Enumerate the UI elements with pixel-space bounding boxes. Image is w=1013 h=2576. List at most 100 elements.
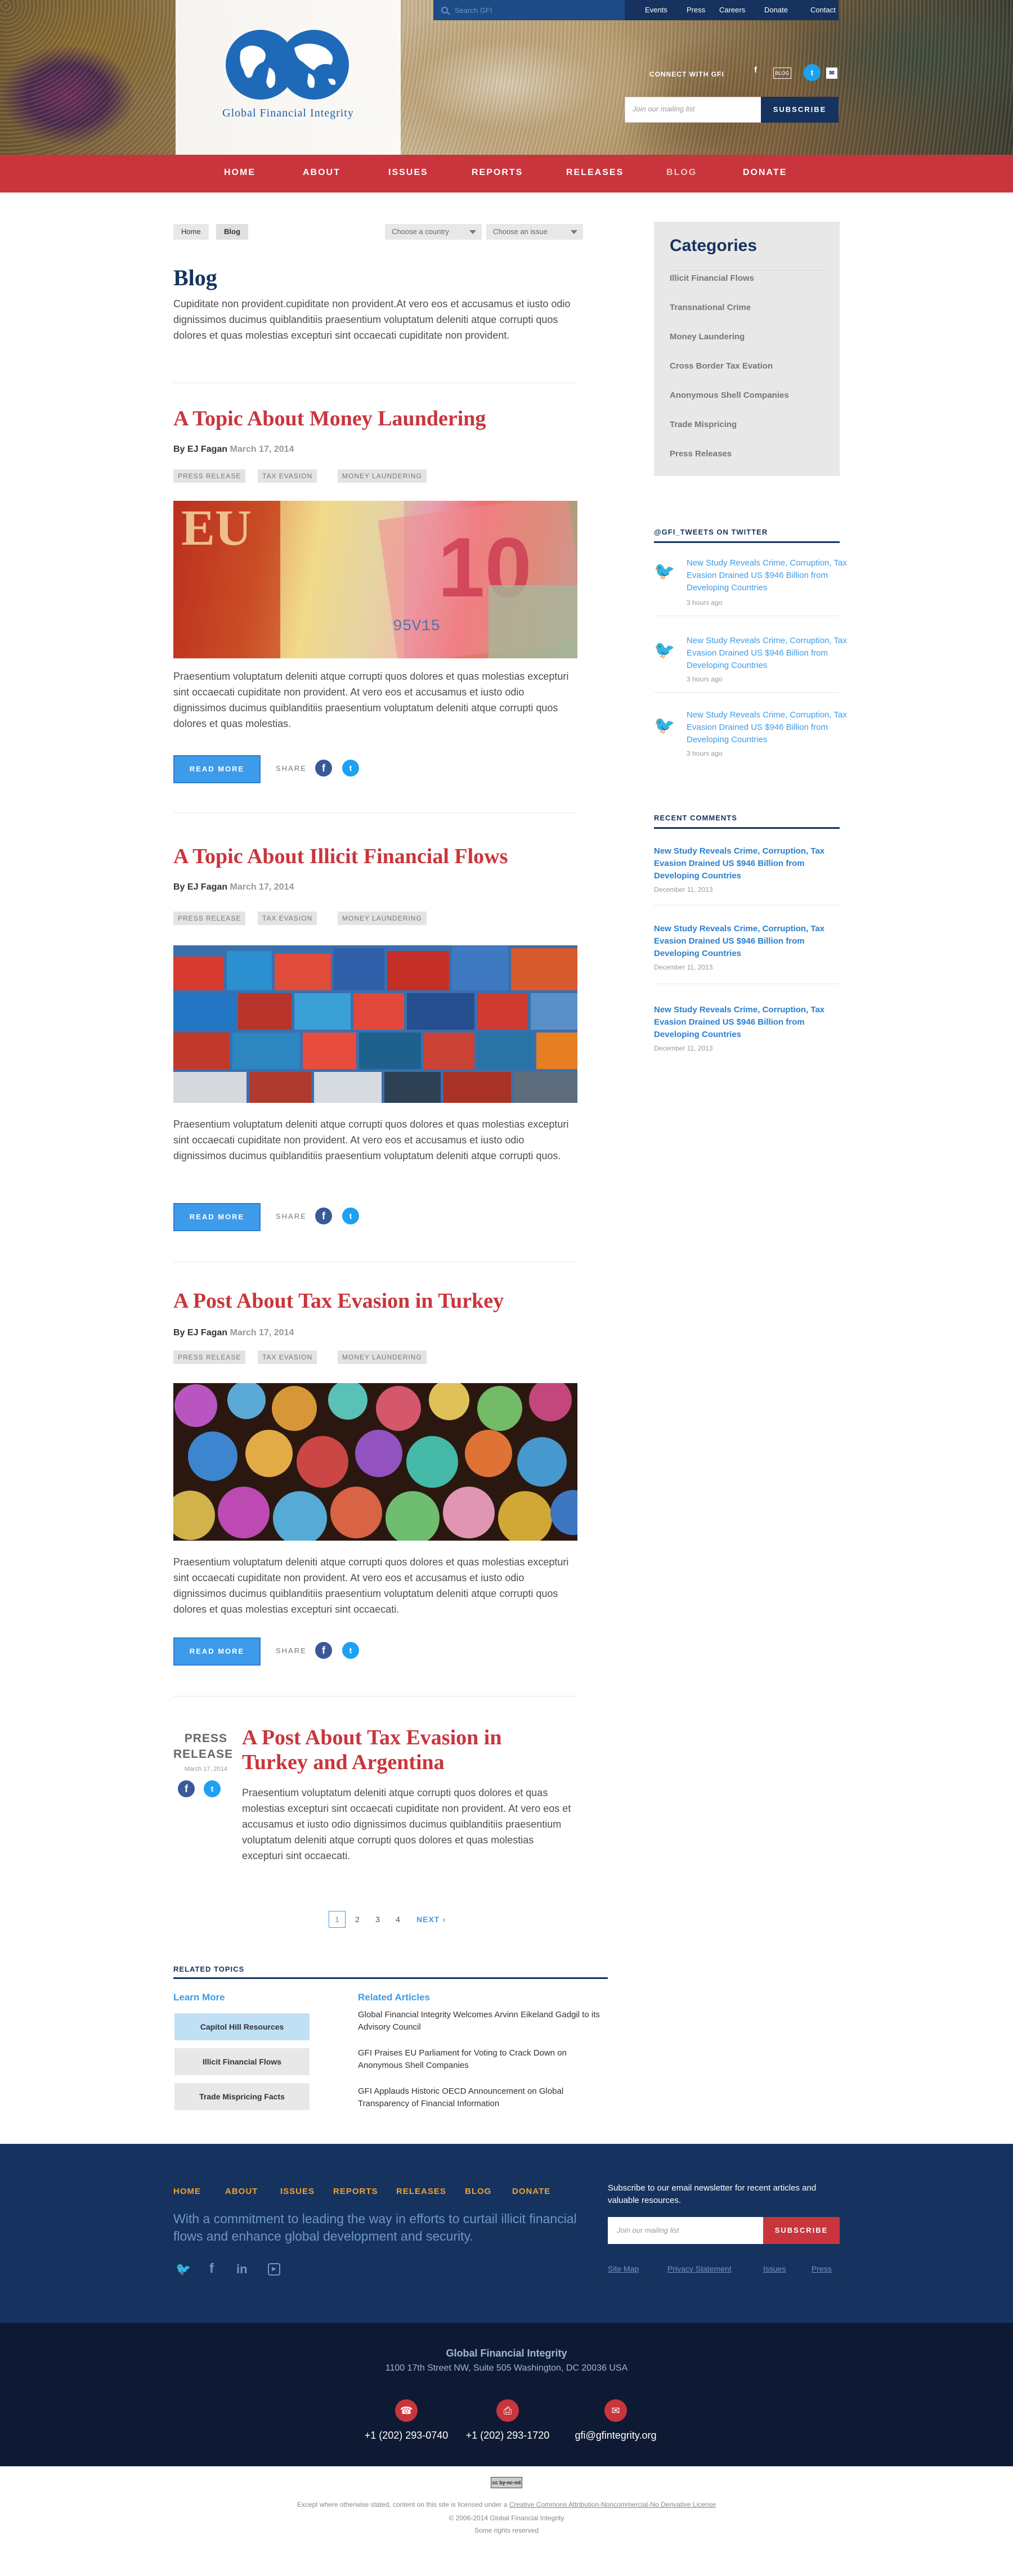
- footer-link-privacy[interactable]: Privacy Statement: [667, 2264, 732, 2273]
- fax-icon: ⎙: [496, 2399, 519, 2422]
- divider: [654, 692, 840, 693]
- twitter-share-icon[interactable]: t: [342, 1208, 359, 1224]
- comment-link[interactable]: New Study Reveals Crime, Corruption, Tax…: [654, 1004, 840, 1041]
- post-author: By EJ Fagan: [173, 882, 228, 892]
- post-image-containers[interactable]: [173, 945, 577, 1103]
- header-subscribe-button[interactable]: SUBSCRIBE: [761, 97, 839, 123]
- facebook-icon[interactable]: f: [754, 65, 757, 75]
- footer-subscribe-button[interactable]: SUBSCRIBE: [763, 2217, 840, 2244]
- twitter-share-icon[interactable]: t: [204, 1780, 221, 1797]
- tag-money-laundering[interactable]: MONEY LAUNDERING: [338, 1350, 427, 1364]
- page-4[interactable]: 4: [389, 1911, 406, 1928]
- twitter-icon[interactable]: t: [804, 64, 821, 81]
- tag-money-laundering[interactable]: MONEY LAUNDERING: [338, 912, 427, 925]
- post-title[interactable]: A Post About Tax Evasion in Turkey: [173, 1289, 504, 1313]
- tag-tax-evasion[interactable]: TAX EVASION: [258, 912, 317, 925]
- footer-nav-about[interactable]: ABOUT: [225, 2187, 258, 2196]
- tweets-heading: @GFI_TWEETS ON TWITTER: [654, 528, 768, 536]
- facebook-share-icon[interactable]: f: [178, 1780, 195, 1797]
- tag-press-release[interactable]: PRESS RELEASE: [173, 469, 246, 483]
- twitter-share-icon[interactable]: t: [342, 1642, 359, 1659]
- footer-phone[interactable]: +1 (202) 293-0740: [357, 2430, 456, 2442]
- twitter-share-icon[interactable]: t: [342, 760, 359, 777]
- page-3[interactable]: 3: [369, 1911, 386, 1928]
- nav-home[interactable]: HOME: [224, 168, 256, 178]
- license-link[interactable]: Creative Commons Attribution-Noncommerci…: [509, 2501, 716, 2508]
- related-article-link[interactable]: GFI Praises EU Parliament for Voting to …: [358, 2047, 606, 2072]
- email-icon: ✉: [604, 2399, 627, 2422]
- read-more-button[interactable]: READ MORE: [173, 1637, 261, 1666]
- top-link-press[interactable]: Press: [687, 6, 705, 14]
- linkedin-icon[interactable]: in: [236, 2262, 248, 2277]
- footer-email[interactable]: gfi@gfintegrity.org: [559, 2430, 672, 2442]
- category-trade-mispricing[interactable]: Trade Mispricing: [670, 420, 737, 429]
- tag-tax-evasion[interactable]: TAX EVASION: [258, 1350, 317, 1364]
- facebook-share-icon[interactable]: f: [315, 760, 332, 777]
- facebook-share-icon[interactable]: f: [315, 1208, 332, 1224]
- page-1[interactable]: 1: [329, 1911, 346, 1928]
- read-more-button[interactable]: READ MORE: [173, 755, 261, 783]
- related-article-link[interactable]: GFI Applauds Historic OECD Announcement …: [358, 2085, 606, 2110]
- post-title[interactable]: A Topic About Money Laundering: [173, 406, 486, 431]
- illicit-flows-button[interactable]: Illicit Financial Flows: [174, 2048, 310, 2075]
- creative-commons-badge[interactable]: cc by-nc-nd: [491, 2477, 522, 2488]
- category-cross-border-tax[interactable]: Cross Border Tax Evation: [670, 361, 773, 371]
- category-money-laundering[interactable]: Money Laundering: [670, 332, 745, 342]
- footer-nav-donate[interactable]: DONATE: [512, 2187, 550, 2196]
- youtube-icon[interactable]: ▶: [268, 2263, 280, 2276]
- facebook-share-icon[interactable]: f: [315, 1642, 332, 1659]
- nav-reports[interactable]: REPORTS: [472, 168, 523, 178]
- blog-icon[interactable]: BLOG: [773, 68, 791, 79]
- email-icon[interactable]: ✉: [826, 68, 837, 79]
- post-title[interactable]: A Topic About Illicit Financial Flows: [173, 844, 508, 869]
- nav-donate[interactable]: DONATE: [743, 168, 787, 178]
- page-2[interactable]: 2: [349, 1911, 366, 1928]
- read-more-button[interactable]: READ MORE: [173, 1203, 261, 1231]
- comment-link[interactable]: New Study Reveals Crime, Corruption, Tax…: [654, 923, 840, 960]
- top-link-careers[interactable]: Careers: [719, 6, 745, 14]
- turkish-lamps-image: [173, 1383, 577, 1541]
- footer-fax[interactable]: +1 (202) 293-1720: [458, 2430, 557, 2442]
- press-post-title[interactable]: A Post About Tax Evasion in Turkey and Ar…: [242, 1725, 501, 1775]
- comment-link[interactable]: New Study Reveals Crime, Corruption, Tax…: [654, 845, 840, 882]
- tag-money-laundering[interactable]: MONEY LAUNDERING: [338, 469, 427, 483]
- tweet-text[interactable]: New Study Reveals Crime, Corruption, Tax…: [687, 635, 850, 672]
- nav-issues[interactable]: ISSUES: [388, 168, 428, 178]
- footer-nav-reports[interactable]: REPORTS: [333, 2187, 378, 2196]
- tag-tax-evasion[interactable]: TAX EVASION: [258, 469, 317, 483]
- tweet-text[interactable]: New Study Reveals Crime, Corruption, Tax…: [687, 557, 850, 594]
- footer-nav-releases[interactable]: RELEASES: [396, 2187, 446, 2196]
- post-image-money[interactable]: EU 10 95V15: [173, 501, 577, 658]
- footer-nav-issues[interactable]: ISSUES: [280, 2187, 315, 2196]
- nav-releases[interactable]: RELEASES: [566, 168, 624, 178]
- country-select[interactable]: Choose a country: [385, 224, 482, 240]
- footer-link-sitemap[interactable]: Site Map: [608, 2264, 639, 2273]
- tag-press-release[interactable]: PRESS RELEASE: [173, 912, 246, 925]
- post-image-lamps[interactable]: [173, 1383, 577, 1541]
- top-link-donate[interactable]: Donate: [764, 6, 788, 14]
- capitol-hill-button[interactable]: Capitol Hill Resources: [174, 2013, 310, 2040]
- search-input[interactable]: Search GFI: [433, 0, 625, 20]
- learn-more-heading: Learn More: [173, 1992, 225, 2003]
- category-transnational-crime[interactable]: Transnational Crime: [670, 303, 751, 312]
- category-shell-companies[interactable]: Anonymous Shell Companies: [670, 391, 789, 400]
- tweet-text[interactable]: New Study Reveals Crime, Corruption, Tax…: [687, 709, 850, 746]
- nav-about[interactable]: ABOUT: [303, 168, 340, 178]
- twitter-icon[interactable]: 🐦: [176, 2262, 191, 2277]
- footer-link-issues[interactable]: Issues: [763, 2264, 786, 2273]
- top-link-contact[interactable]: Contact: [810, 6, 836, 14]
- breadcrumb-home[interactable]: Home: [173, 224, 209, 240]
- next-page-link[interactable]: NEXT ›: [416, 1915, 446, 1924]
- facebook-icon[interactable]: f: [209, 2261, 214, 2277]
- nav-blog[interactable]: BLOG: [666, 168, 697, 178]
- related-article-link[interactable]: Global Financial Integrity Welcomes Arvi…: [358, 2009, 606, 2034]
- category-press-releases[interactable]: Press Releases: [670, 449, 732, 459]
- tag-press-release[interactable]: PRESS RELEASE: [173, 1350, 246, 1364]
- category-illicit-financial-flows[interactable]: Illicit Financial Flows: [670, 273, 754, 283]
- top-link-events[interactable]: Events: [645, 6, 667, 14]
- trade-mispricing-button[interactable]: Trade Mispricing Facts: [174, 2083, 310, 2110]
- footer-nav-home[interactable]: HOME: [173, 2187, 201, 2196]
- issue-select[interactable]: Choose an issue: [486, 224, 583, 240]
- footer-link-press[interactable]: Press: [812, 2264, 832, 2273]
- footer-nav-blog[interactable]: BLOG: [465, 2187, 491, 2196]
